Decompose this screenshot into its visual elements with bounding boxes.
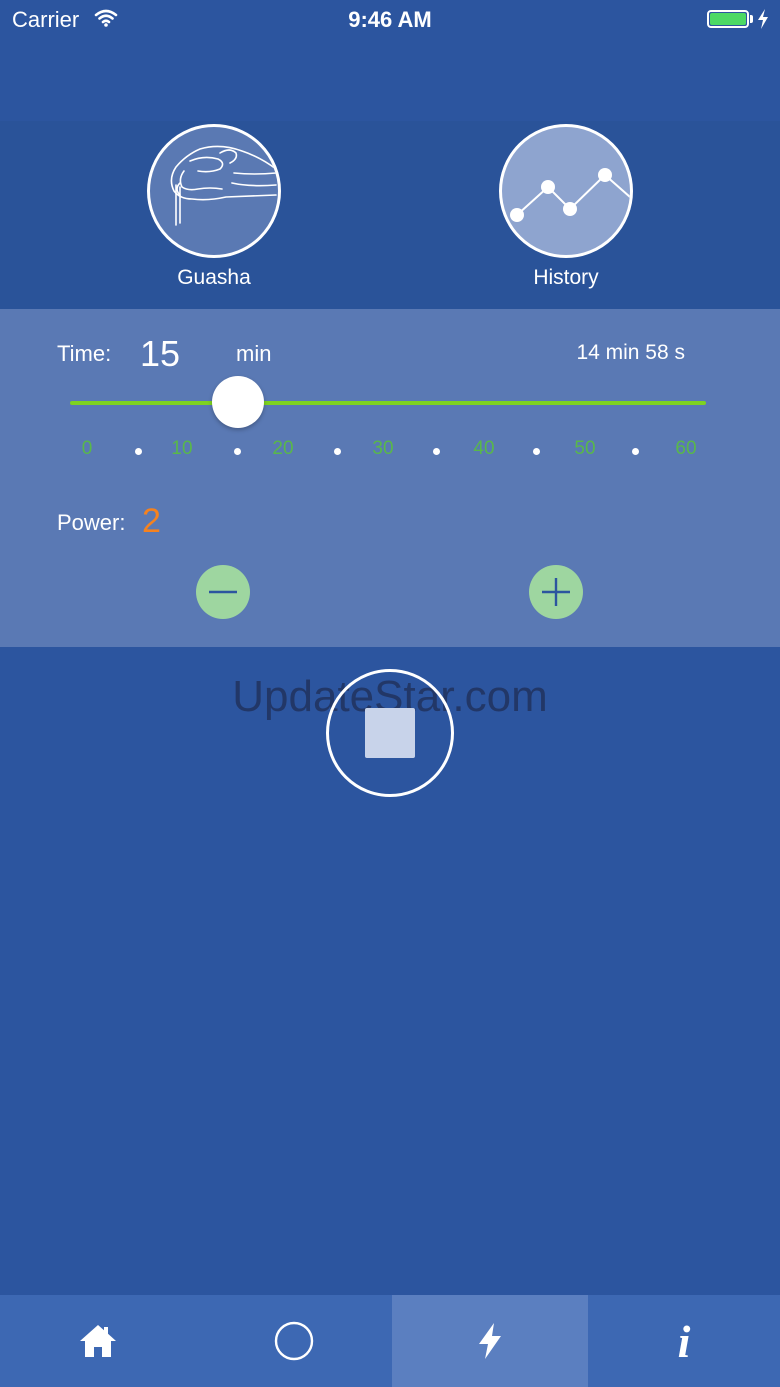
- guasha-label: Guasha: [177, 266, 251, 289]
- tick-dot: [234, 448, 241, 455]
- history-label: History: [533, 266, 599, 289]
- minus-icon: [209, 590, 237, 594]
- time-value: 15: [140, 333, 181, 374]
- tick-dot: [135, 448, 142, 455]
- info-icon: i: [677, 1315, 691, 1367]
- tab-power[interactable]: [392, 1295, 588, 1387]
- remaining-time: 14 min 58 s: [576, 341, 685, 364]
- tick-label: 50: [574, 438, 596, 459]
- tick-label: 20: [272, 438, 294, 459]
- tab-circle[interactable]: [196, 1295, 392, 1387]
- power-value: 2: [142, 502, 161, 540]
- tick-dot: [632, 448, 639, 455]
- increase-power-button[interactable]: [529, 565, 583, 619]
- time-slider-track[interactable]: [70, 401, 706, 405]
- battery-cap: [750, 15, 753, 23]
- tick-label: 40: [473, 438, 495, 459]
- tab-home[interactable]: [0, 1295, 196, 1387]
- tick-dot: [433, 448, 440, 455]
- hand-icon: [147, 124, 281, 258]
- settings-panel: Time: 15 min 14 min 58 s 0 10 20 30 40 5…: [0, 309, 780, 647]
- stop-icon: [365, 708, 415, 758]
- tick-dot: [533, 448, 540, 455]
- home-icon: [80, 1325, 116, 1357]
- status-time: 9:46 AM: [348, 7, 432, 32]
- tick-label: 0: [81, 438, 93, 459]
- tick-dot: [334, 448, 341, 455]
- plus-icon: [542, 578, 570, 606]
- power-label: Power:: [57, 510, 126, 535]
- stop-button[interactable]: [326, 669, 454, 797]
- charging-bolt-icon: [757, 8, 769, 35]
- tick-label: 10: [171, 438, 193, 459]
- bolt-icon: [479, 1323, 501, 1359]
- guasha-button[interactable]: Guasha: [134, 121, 294, 290]
- tab-info[interactable]: i: [588, 1295, 780, 1387]
- tab-bar: i: [0, 1295, 780, 1387]
- shortcut-panel: Guasha History: [0, 121, 780, 309]
- battery-icon: [707, 10, 749, 28]
- decrease-power-button[interactable]: [196, 565, 250, 619]
- history-button[interactable]: History: [486, 121, 646, 290]
- status-bar: Carrier 9:46 AM: [0, 0, 780, 40]
- line-chart-icon: [499, 124, 633, 258]
- time-label: Time:: [57, 341, 112, 366]
- tick-label: 60: [675, 438, 697, 459]
- time-slider-thumb[interactable]: [212, 376, 264, 428]
- time-unit: min: [236, 341, 272, 366]
- circle-icon: [274, 1321, 314, 1361]
- tick-label: 30: [372, 438, 394, 459]
